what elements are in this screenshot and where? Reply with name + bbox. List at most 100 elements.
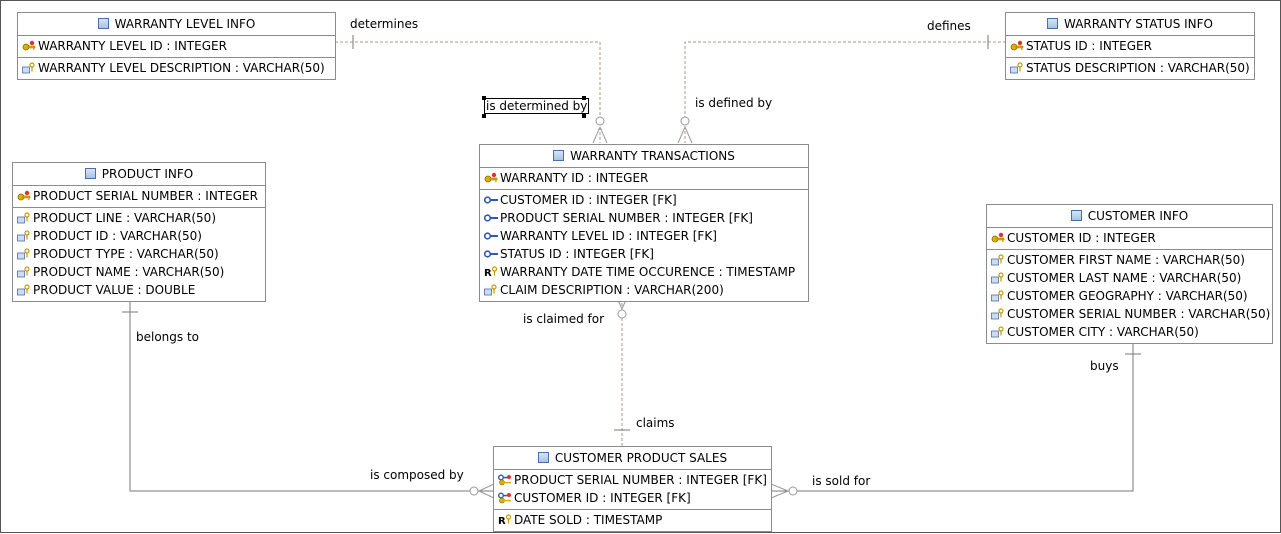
attribute-label: STATUS DESCRIPTION : VARCHAR(50) (1026, 61, 1250, 75)
attribute-icon (17, 265, 31, 278)
rel-sales-transactions[interactable] (614, 292, 630, 446)
entity-title: WARRANTY TRANSACTIONS (480, 145, 808, 168)
attribute-row[interactable]: PRODUCT SERIAL NUMBER : INTEGER [FK] (498, 471, 767, 489)
attribute-row[interactable]: CUSTOMER SERIAL NUMBER : VARCHAR(50) (991, 305, 1271, 323)
label-buys[interactable]: buys (1090, 359, 1119, 373)
table-icon (97, 18, 109, 29)
foreign-key-icon (483, 229, 498, 241)
attribute-row[interactable]: CUSTOMER CITY : VARCHAR(50) (991, 323, 1268, 341)
attribute-row[interactable]: WARRANTY LEVEL DESCRIPTION : VARCHAR(50) (22, 59, 331, 77)
attribute-label: CUSTOMER FIRST NAME : VARCHAR(50) (1007, 253, 1245, 267)
attribute-icon (17, 211, 31, 224)
attribute-label: STATUS ID : INTEGER [FK] (500, 247, 654, 261)
entity-title: WARRANTY LEVEL INFO (18, 13, 335, 36)
attribute-row[interactable]: WARRANTY LEVEL ID : INTEGER [FK] (483, 227, 804, 245)
foreign-key-icon (483, 247, 498, 259)
attribute-label: WARRANTY LEVEL DESCRIPTION : VARCHAR(50) (38, 61, 325, 75)
attribute-label: CUSTOMER GEOGRAPHY : VARCHAR(50) (1007, 289, 1248, 303)
entity-product-info[interactable]: PRODUCT INFO PRODUCT SERIAL NUMBER : INT… (12, 162, 266, 302)
rel-warranty-status-transactions[interactable] (677, 35, 1006, 144)
diagram-canvas[interactable]: WARRANTY LEVEL INFO WARRANTY LEVEL ID : … (0, 0, 1281, 533)
pk-section: STATUS ID : INTEGER (1006, 36, 1254, 58)
attribute-row[interactable]: R DATE SOLD : TIMESTAMP (498, 511, 767, 529)
label-belongs-to[interactable]: belongs to (136, 330, 199, 344)
table-icon (537, 452, 549, 463)
attribute-row[interactable]: WARRANTY LEVEL ID : INTEGER (22, 37, 331, 55)
label-is-defined-by[interactable]: is defined by (695, 96, 772, 110)
selection-handle[interactable] (482, 114, 486, 118)
attribute-section: STATUS DESCRIPTION : VARCHAR(50) (1006, 58, 1254, 79)
entity-customer-product-sales[interactable]: CUSTOMER PRODUCT SALES PRODUCT SERIAL NU… (493, 446, 772, 532)
attribute-icon (991, 325, 1005, 338)
entity-warranty-transactions[interactable]: WARRANTY TRANSACTIONS WARRANTY ID : INTE… (479, 144, 809, 302)
attribute-label: PRODUCT VALUE : DOUBLE (33, 283, 196, 297)
attribute-row[interactable]: R WARRANTY DATE TIME OCCURENCE : TIMESTAM… (484, 263, 804, 281)
label-defines[interactable]: defines (927, 19, 971, 33)
primary-key-icon (484, 171, 498, 183)
attribute-row[interactable]: CUSTOMER ID : INTEGER [FK] (483, 191, 804, 209)
entity-title: PRODUCT INFO (13, 163, 265, 186)
attribute-section: R DATE SOLD : TIMESTAMP (494, 510, 771, 531)
attribute-row[interactable]: CUSTOMER FIRST NAME : VARCHAR(50) (991, 251, 1268, 269)
svg-text:R: R (498, 516, 506, 526)
primary-foreign-key-icon (498, 473, 512, 486)
attribute-label: PRODUCT SERIAL NUMBER : INTEGER [FK] (500, 211, 753, 225)
attribute-label: PRODUCT LINE : VARCHAR(50) (33, 211, 216, 225)
entity-title: CUSTOMER PRODUCT SALES (494, 447, 771, 470)
attribute-row[interactable]: PRODUCT ID : VARCHAR(50) (17, 227, 261, 245)
attribute-row[interactable]: STATUS DESCRIPTION : VARCHAR(50) (1010, 59, 1250, 77)
foreign-key-icon (483, 193, 498, 205)
attribute-label: PRODUCT TYPE : VARCHAR(50) (33, 247, 219, 261)
attribute-row[interactable]: WARRANTY ID : INTEGER (484, 169, 804, 187)
attribute-label: CLAIM DESCRIPTION : VARCHAR(200) (500, 283, 724, 297)
attribute-label: CUSTOMER SERIAL NUMBER : VARCHAR(50) (1007, 307, 1271, 321)
attribute-row[interactable]: STATUS ID : INTEGER [FK] (483, 245, 804, 263)
attribute-label: STATUS ID : INTEGER (1026, 39, 1152, 53)
entity-warranty-status-info[interactable]: WARRANTY STATUS INFO STATUS ID : INTEGER… (1005, 12, 1255, 80)
attribute-label: WARRANTY LEVEL ID : INTEGER (38, 39, 227, 53)
attribute-label: CUSTOMER LAST NAME : VARCHAR(50) (1007, 271, 1242, 285)
attribute-icon (17, 247, 31, 260)
selection-handle[interactable] (482, 96, 486, 100)
entity-customer-info[interactable]: CUSTOMER INFO CUSTOMER ID : INTEGER CUST… (986, 204, 1273, 344)
rel-warranty-level-transactions[interactable] (335, 35, 608, 144)
attribute-label: CUSTOMER ID : INTEGER (1007, 231, 1156, 245)
attribute-row[interactable]: CLAIM DESCRIPTION : VARCHAR(200) (484, 281, 804, 299)
label-is-determined-by[interactable]: is determined by (484, 98, 590, 114)
primary-key-icon (1010, 39, 1024, 51)
selection-handle[interactable] (582, 96, 586, 100)
primary-key-icon (991, 231, 1005, 243)
attribute-row[interactable]: PRODUCT NAME : VARCHAR(50) (17, 263, 261, 281)
attribute-row[interactable]: PRODUCT LINE : VARCHAR(50) (17, 209, 261, 227)
attribute-row[interactable]: CUSTOMER ID : INTEGER (991, 229, 1268, 247)
attribute-row[interactable]: CUSTOMER GEOGRAPHY : VARCHAR(50) (991, 287, 1268, 305)
label-is-sold-for[interactable]: is sold for (812, 474, 870, 488)
foreign-key-icon (483, 211, 498, 223)
primary-foreign-key-icon (498, 491, 512, 504)
attribute-row[interactable]: STATUS ID : INTEGER (1010, 37, 1250, 55)
attribute-row[interactable]: PRODUCT VALUE : DOUBLE (17, 281, 261, 299)
attribute-section: CUSTOMER FIRST NAME : VARCHAR(50) CUSTOME… (987, 250, 1272, 343)
entity-warranty-level-info[interactable]: WARRANTY LEVEL INFO WARRANTY LEVEL ID : … (17, 12, 336, 80)
table-icon (1047, 18, 1059, 29)
selection-handle[interactable] (582, 114, 586, 118)
required-attribute-icon: R (484, 265, 498, 279)
svg-text:R: R (484, 268, 492, 278)
attribute-row[interactable]: PRODUCT SERIAL NUMBER : INTEGER (17, 187, 261, 205)
attribute-row[interactable]: PRODUCT SERIAL NUMBER : INTEGER [FK] (483, 209, 804, 227)
pk-section: PRODUCT SERIAL NUMBER : INTEGER (13, 186, 265, 208)
label-is-claimed-for[interactable]: is claimed for (523, 312, 604, 326)
label-is-composed-by[interactable]: is composed by (370, 468, 464, 482)
attribute-icon (991, 289, 1005, 302)
attribute-row[interactable]: CUSTOMER LAST NAME : VARCHAR(50) (991, 269, 1268, 287)
attribute-icon (991, 271, 1005, 284)
primary-key-icon (17, 189, 31, 201)
attribute-section: PRODUCT LINE : VARCHAR(50) PRODUCT ID : V… (13, 208, 265, 301)
label-determines[interactable]: determines (350, 17, 418, 31)
attribute-label: CUSTOMER ID : INTEGER [FK] (500, 193, 677, 207)
label-claims[interactable]: claims (636, 416, 675, 430)
attribute-row[interactable]: PRODUCT TYPE : VARCHAR(50) (17, 245, 261, 263)
pk-section: WARRANTY LEVEL ID : INTEGER (18, 36, 335, 58)
table-icon (1070, 210, 1082, 221)
attribute-row[interactable]: CUSTOMER ID : INTEGER [FK] (498, 489, 767, 507)
